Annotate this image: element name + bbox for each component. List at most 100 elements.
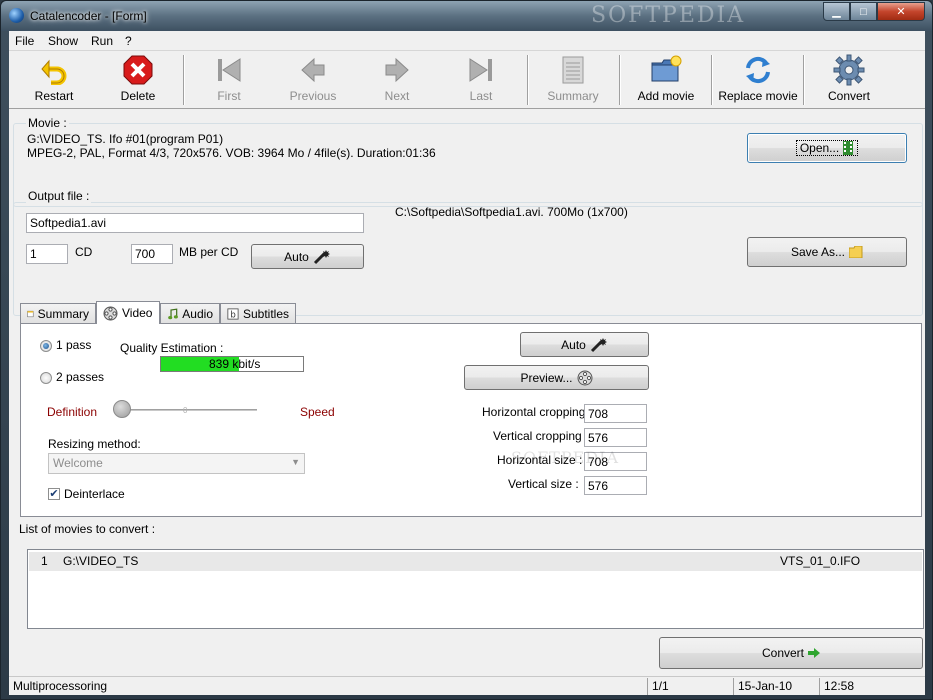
- movie-label: Movie :: [26, 116, 69, 130]
- minimize-button[interactable]: ▁: [823, 2, 850, 21]
- open-button-label: Open...: [799, 141, 840, 155]
- restart-icon: [37, 53, 71, 87]
- close-button[interactable]: ✕: [877, 2, 925, 21]
- previous-button[interactable]: Previous: [287, 53, 339, 107]
- tab-video[interactable]: Video: [96, 301, 160, 324]
- slider-thumb[interactable]: [113, 400, 131, 418]
- status-page: 1/1: [647, 678, 733, 695]
- chevron-down-icon: ▼: [291, 457, 300, 467]
- video-tab-panel: 1 pass 2 passes Quality Estimation : 839…: [20, 323, 922, 517]
- toolbar-separator: [711, 55, 713, 105]
- resizing-method-label: Resizing method:: [48, 437, 141, 451]
- app-icon: [9, 8, 24, 23]
- movie-details: MPEG-2, PAL, Format 4/3, 720x576. VOB: 3…: [27, 146, 436, 160]
- open-button[interactable]: Open...: [747, 133, 907, 163]
- quality-estimation-label: Quality Estimation :: [120, 341, 224, 355]
- preview-icon: [577, 370, 593, 385]
- list-item-index: 1: [41, 554, 48, 568]
- video-auto-button[interactable]: Auto: [520, 332, 649, 357]
- last-button[interactable]: Last: [461, 53, 501, 107]
- output-label: Output file :: [26, 189, 92, 203]
- svg-text:b: b: [230, 310, 235, 320]
- tab-summary[interactable]: Summary: [20, 303, 96, 323]
- next-icon: [380, 53, 414, 87]
- window-title: Catalencoder - [Form]: [30, 9, 147, 23]
- restart-button[interactable]: Restart: [25, 53, 83, 107]
- tab-audio-label: Audio: [182, 306, 213, 321]
- client-area: File Show Run ? Restart Delete First Pre…: [9, 31, 925, 695]
- vertical-size-label: Vertical size :: [508, 477, 579, 491]
- add-movie-button[interactable]: Add movie: [633, 53, 699, 107]
- menu-show[interactable]: Show: [48, 34, 78, 48]
- tab-summary-label: Summary: [37, 306, 89, 321]
- list-item-path: G:\VIDEO_TS: [63, 554, 139, 568]
- summary-icon: [556, 53, 590, 87]
- horizontal-cropping-label: Horizontal cropping :: [482, 405, 593, 419]
- two-passes-radio[interactable]: [40, 372, 52, 384]
- status-bar: Multiprocessoring 1/1 15-Jan-10 12:58: [9, 676, 925, 695]
- mb-per-cd-label: MB per CD: [179, 245, 239, 259]
- first-button[interactable]: First: [207, 53, 251, 107]
- deinterlace-label: Deinterlace: [64, 487, 125, 501]
- menu-help[interactable]: ?: [125, 34, 132, 48]
- slider-center-mark: 0: [183, 406, 188, 415]
- resizing-method-value: Welcome: [53, 456, 103, 470]
- output-filename-input[interactable]: Softpedia1.avi: [26, 213, 364, 233]
- toolbar-separator: [527, 55, 529, 105]
- convert-toolbar-button[interactable]: Convert: [821, 53, 877, 107]
- cd-label: CD: [75, 245, 93, 259]
- tab-subtitles[interactable]: b Subtitles: [220, 303, 296, 323]
- list-item[interactable]: 1 G:\VIDEO_TS VTS_01_0.IFO: [29, 552, 922, 571]
- preview-label: Preview...: [520, 370, 573, 385]
- two-passes-label: 2 passes: [56, 370, 105, 384]
- status-time: 12:58: [819, 678, 925, 695]
- film-reel-icon: [103, 306, 118, 320]
- softpedia-watermark: SOFTPEDIA: [591, 3, 746, 28]
- one-pass-label: 1 pass: [56, 338, 92, 352]
- replace-movie-icon: [741, 53, 775, 87]
- one-pass-radio[interactable]: [40, 340, 52, 352]
- toolbar: Restart Delete First Previous Next Last …: [9, 51, 925, 109]
- save-as-label: Save As...: [790, 245, 846, 259]
- menu-run[interactable]: Run: [91, 34, 113, 48]
- delete-icon: [121, 53, 155, 87]
- magic-wand-icon: [590, 337, 607, 352]
- toolbar-separator: [803, 55, 805, 105]
- previous-icon: [296, 53, 330, 87]
- tab-audio[interactable]: Audio: [160, 303, 220, 323]
- replace-movie-button[interactable]: Replace movie: [717, 53, 799, 107]
- convert-button[interactable]: Convert: [659, 637, 923, 669]
- gear-icon: [832, 53, 866, 87]
- quality-meter: 839 kbit/s: [160, 356, 304, 372]
- output-auto-label: Auto: [284, 249, 309, 264]
- cd-count-input[interactable]: 1: [26, 244, 68, 264]
- delete-button[interactable]: Delete: [109, 53, 167, 107]
- resizing-method-select[interactable]: Welcome ▼: [48, 453, 305, 474]
- movie-list-label: List of movies to convert :: [19, 522, 156, 536]
- movie-source: G:\VIDEO_TS. Ifo #01(program P01): [27, 132, 224, 146]
- output-path-info: C:\Softpedia\Softpedia1.avi. 700Mo (1x70…: [395, 205, 628, 219]
- application-window: Catalencoder - [Form] SOFTPEDIA ▁ □ ✕ Fi…: [0, 0, 933, 700]
- vertical-cropping-input[interactable]: 576: [584, 428, 647, 447]
- convert-button-label: Convert: [761, 646, 805, 660]
- deinterlace-checkbox[interactable]: ✔: [48, 488, 60, 500]
- definition-label: Definition: [47, 405, 98, 419]
- save-as-button[interactable]: Save As...: [747, 237, 907, 267]
- arrow-right-icon: [808, 648, 821, 658]
- maximize-button[interactable]: □: [850, 2, 877, 21]
- video-auto-label: Auto: [561, 337, 586, 352]
- horizontal-cropping-input[interactable]: 708: [584, 404, 647, 423]
- panel-watermark: SOFTPEDIA: [511, 448, 619, 467]
- movie-list[interactable]: 1 G:\VIDEO_TS VTS_01_0.IFO: [27, 549, 924, 629]
- film-icon: [843, 141, 854, 155]
- output-auto-button[interactable]: Auto: [251, 244, 364, 269]
- list-item-file: VTS_01_0.IFO: [780, 554, 861, 568]
- first-icon: [212, 53, 246, 87]
- preview-button[interactable]: Preview...: [464, 365, 649, 390]
- next-button[interactable]: Next: [375, 53, 419, 107]
- summary-button[interactable]: Summary: [543, 53, 603, 107]
- vertical-size-input[interactable]: 576: [584, 476, 647, 495]
- menu-file[interactable]: File: [15, 34, 34, 48]
- mb-per-cd-input[interactable]: 700: [131, 244, 173, 264]
- title-bar[interactable]: Catalencoder - [Form] SOFTPEDIA ▁ □ ✕: [1, 1, 932, 31]
